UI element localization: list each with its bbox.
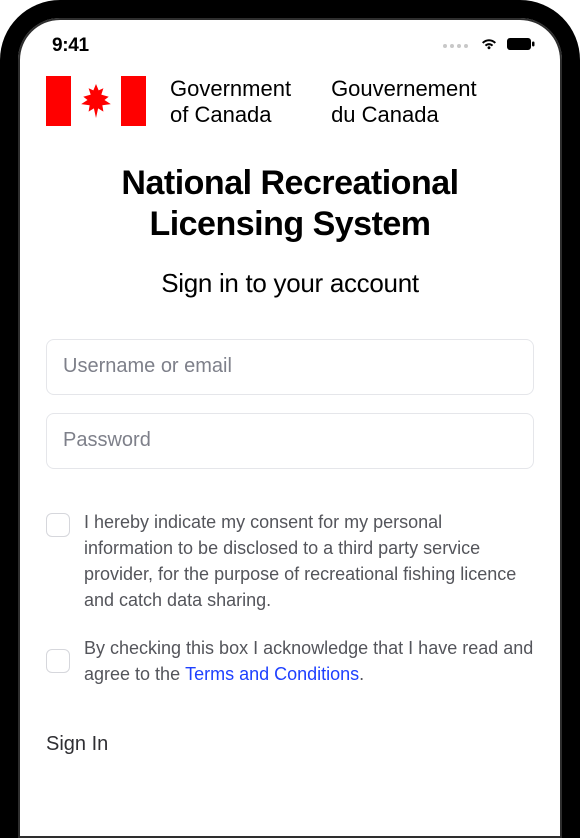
signin-form: I hereby indicate my consent for my pers…: [46, 339, 534, 757]
consent-checkbox[interactable]: [46, 513, 70, 537]
battery-icon: [506, 37, 536, 56]
terms-suffix: .: [359, 664, 364, 684]
sign-in-button[interactable]: Sign In: [46, 733, 108, 756]
terms-text: By checking this box I acknowledge that …: [84, 635, 534, 687]
device-side-button: [0, 255, 4, 335]
gov-fr-line1: Gouvernement: [331, 76, 477, 102]
terms-link[interactable]: Terms and Conditions: [185, 664, 359, 684]
password-input[interactable]: [46, 413, 534, 469]
device-side-button: [0, 355, 4, 435]
terms-checkbox[interactable]: [46, 649, 70, 673]
consent-row: I hereby indicate my consent for my pers…: [46, 509, 534, 613]
gov-en-line1: Government: [170, 76, 291, 102]
status-bar: 9:41: [18, 18, 562, 68]
device-side-button: [576, 280, 580, 390]
gov-en: Government of Canada: [170, 76, 291, 129]
wifi-icon: [479, 37, 499, 56]
consent-text: I hereby indicate my consent for my pers…: [84, 509, 534, 613]
page-title: National Recreational Licensing System: [46, 163, 534, 246]
terms-row: By checking this box I acknowledge that …: [46, 635, 534, 687]
gov-fr: Gouvernement du Canada: [331, 76, 477, 129]
device-side-button: [0, 190, 4, 235]
government-header: Government of Canada Gouvernement du Can…: [46, 76, 534, 129]
gov-fr-line2: du Canada: [331, 102, 477, 128]
gov-en-line2: of Canada: [170, 102, 291, 128]
status-dots-icon: [443, 44, 468, 48]
status-icons: [443, 37, 536, 56]
status-time: 9:41: [52, 35, 89, 57]
page-subtitle: Sign in to your account: [46, 268, 534, 299]
username-input[interactable]: [46, 339, 534, 395]
canada-flag-icon: [46, 76, 146, 126]
